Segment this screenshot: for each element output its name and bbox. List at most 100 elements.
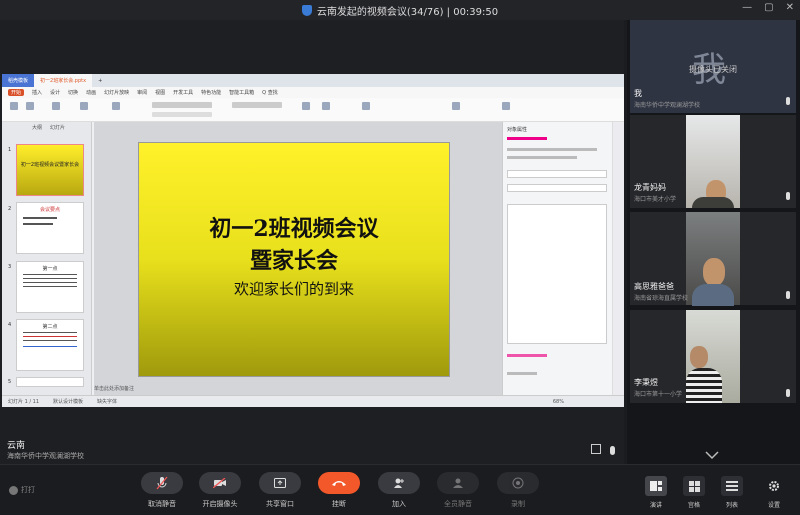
font-select[interactable] (152, 102, 212, 108)
minimize-icon[interactable]: — (742, 2, 752, 13)
participant-tile[interactable]: 李秉煜 海口市第十一小学 (630, 310, 796, 403)
mic-muted-icon (156, 476, 168, 490)
menu-design[interactable]: 设计 (50, 89, 60, 96)
view-grid-button[interactable] (683, 476, 705, 496)
find-icon[interactable] (452, 102, 460, 110)
wps-tab-home[interactable]: 稻壳模板 (2, 74, 35, 87)
arrange-icon[interactable] (362, 102, 370, 110)
mute-all-button[interactable] (437, 472, 479, 494)
shirt (686, 368, 722, 403)
thumbnail-slide-5[interactable] (16, 377, 84, 387)
invite-button[interactable] (378, 472, 420, 494)
wps-right-toolbar[interactable] (612, 122, 624, 395)
tab-outline[interactable]: 大纲 (32, 124, 42, 131)
thumb-text-line (23, 274, 77, 275)
new-tab-icon[interactable]: + (92, 78, 108, 84)
thumbnail-slide-4[interactable]: 第二点 (16, 319, 84, 371)
participant-org: 海南省琼海直属学校 (634, 295, 689, 302)
participant-name: 李秉煜 (634, 378, 658, 387)
menu-slideshow[interactable]: 幻灯片放映 (104, 89, 129, 96)
shirt (692, 284, 734, 306)
participant-video (686, 310, 740, 403)
panel-checkbox[interactable] (507, 372, 537, 375)
camera-off-icon (213, 478, 226, 488)
slide-title-line2: 暨家长会 (249, 248, 338, 274)
camera-label: 开启摄像头 (202, 500, 238, 508)
panel-tab[interactable] (507, 137, 547, 140)
zoom-level[interactable]: 68% (553, 399, 564, 405)
mic-icon (786, 291, 790, 299)
menu-dev[interactable]: 开发工具 (173, 89, 193, 96)
participant-tile[interactable]: 高思雅爸爸 海南省琼海直属学校 (630, 212, 796, 306)
tab-slides[interactable]: 幻灯片 (50, 124, 65, 131)
chevron-down-icon[interactable] (705, 450, 719, 460)
menu-features[interactable]: 特色功能 (201, 89, 221, 96)
speaker-view-icon (650, 481, 662, 491)
wps-tab-file[interactable]: 初一2班家长会.pptx (34, 74, 93, 87)
textbox-icon[interactable] (302, 102, 310, 110)
hangup-button[interactable] (318, 472, 360, 494)
panel-option[interactable] (507, 354, 547, 357)
record-icon (512, 477, 524, 489)
participant-tile[interactable]: 龙青妈妈 海口市美才小学 (630, 115, 796, 208)
participant-name: 龙青妈妈 (634, 183, 666, 192)
shirt (692, 197, 734, 208)
mic-icon (786, 192, 790, 200)
panel-textarea[interactable] (507, 204, 607, 344)
panel-row (507, 156, 577, 159)
maximize-icon[interactable]: ▢ (764, 2, 773, 13)
share-button[interactable] (259, 472, 301, 494)
replace-icon[interactable] (502, 102, 510, 110)
participant-video (686, 212, 740, 306)
panel-title: 对象属性 (507, 127, 528, 133)
menu-view[interactable]: 视图 (155, 89, 165, 96)
current-slide[interactable]: 初一2班视频会议 暨家长会 欢迎家长们的到来 (138, 142, 450, 377)
record-button[interactable] (497, 472, 539, 494)
settings-button[interactable] (763, 476, 785, 496)
menu-home[interactable]: 开始 (8, 89, 25, 96)
format-painter-icon[interactable] (52, 102, 60, 110)
new-slide-icon[interactable] (80, 102, 88, 110)
mute-button[interactable] (141, 472, 183, 494)
menu-animation[interactable]: 动画 (86, 89, 96, 96)
wps-statusbar: 幻灯片 1 / 11 默认设计模板 缺失字体 68% (2, 395, 624, 407)
face (690, 346, 708, 368)
settings-label: 设置 (767, 502, 780, 509)
camera-off-label: 摄像头已关闭 (689, 65, 737, 74)
mute-all-label: 全员静音 (444, 500, 472, 508)
paragraph-bar[interactable] (232, 102, 282, 108)
add-user-icon (394, 478, 404, 488)
thumb-number: 4 (8, 322, 12, 328)
thumb-text-line (23, 223, 53, 225)
menu-smart[interactable]: 智能工具箱 (229, 89, 254, 96)
panel-input[interactable] (507, 170, 607, 178)
participant-list: 我 摄像头已关闭 我 海南华侨中学观澜湖学校 龙青妈妈 海口市美才小学 高思雅爸… (627, 20, 800, 464)
view-list-button[interactable] (721, 476, 743, 496)
status-missing-font[interactable]: 缺失字体 (97, 398, 117, 405)
app-logo: 打打 (9, 485, 35, 495)
menu-review[interactable]: 审阅 (137, 89, 147, 96)
thumbnail-slide-1[interactable]: 初一2班视频会议暨家长会 (16, 144, 84, 196)
thumbnail-slide-2[interactable]: 会议要点 (16, 202, 84, 254)
thumbnail-slide-3[interactable]: 第一点 (16, 261, 84, 313)
thumb-text-line (23, 217, 57, 219)
close-icon[interactable]: ✕ (786, 2, 794, 13)
add-note-hint[interactable]: 单击此处添加备注 (94, 385, 134, 392)
slide-title-line1: 初一2班视频会议 (209, 216, 379, 242)
view-speaker-button[interactable] (645, 476, 667, 496)
panel-input[interactable] (507, 184, 607, 192)
users-icon (453, 478, 463, 488)
menu-insert[interactable]: 插入 (32, 89, 42, 96)
view-grid-label: 宫格 (687, 502, 700, 509)
layout-icon[interactable] (112, 102, 120, 110)
cut-icon[interactable] (26, 102, 34, 110)
shape-icon[interactable] (322, 102, 330, 110)
wps-menu: 开始 插入 设计 切换 动画 幻灯片放映 审阅 视图 开发工具 特色功能 智能工… (2, 87, 624, 98)
participant-tile-me[interactable]: 我 摄像头已关闭 我 海南华侨中学观澜湖学校 (630, 20, 796, 113)
font-style-bar[interactable] (152, 112, 212, 117)
paste-icon[interactable] (10, 102, 18, 110)
camera-button[interactable] (199, 472, 241, 494)
menu-transition[interactable]: 切换 (68, 89, 78, 96)
fullscreen-icon[interactable] (591, 444, 601, 454)
menu-search[interactable]: Q 查找 (262, 89, 278, 96)
